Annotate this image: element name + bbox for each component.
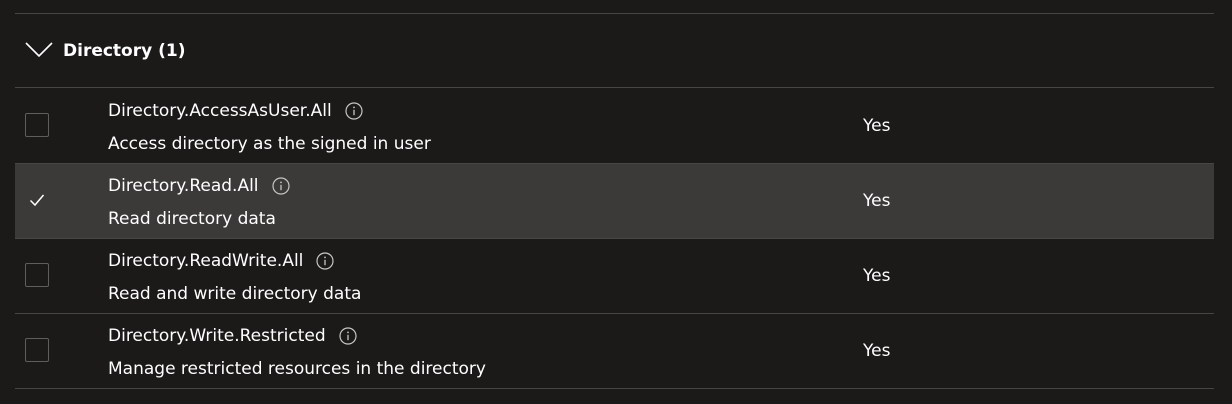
permission-name: Directory.AccessAsUser.All bbox=[108, 101, 332, 121]
permission-row[interactable]: Directory.ReadWrite.All Read and write d… bbox=[15, 239, 1214, 314]
permission-name: Directory.Read.All bbox=[108, 176, 259, 196]
permission-checkbox[interactable] bbox=[25, 113, 49, 137]
permission-row[interactable]: Directory.AccessAsUser.All Access direct… bbox=[15, 89, 1214, 164]
admin-consent-required: Yes bbox=[863, 116, 891, 136]
directory-group-header[interactable]: Directory (1) bbox=[15, 14, 1214, 88]
checkmark-icon bbox=[29, 194, 45, 207]
permission-description: Read and write directory data bbox=[108, 284, 362, 304]
info-icon[interactable] bbox=[339, 327, 357, 345]
permission-list: Directory.AccessAsUser.All Access direct… bbox=[15, 89, 1214, 389]
permission-name-cell: Directory.AccessAsUser.All bbox=[108, 100, 363, 122]
group-title: Directory (1) bbox=[63, 41, 186, 61]
permission-checkbox[interactable] bbox=[25, 338, 49, 362]
admin-consent-required: Yes bbox=[863, 191, 891, 211]
info-icon[interactable] bbox=[316, 252, 335, 270]
chevron-down-icon[interactable] bbox=[25, 42, 53, 58]
permission-name: Directory.ReadWrite.All bbox=[108, 251, 304, 271]
permission-name-cell: Directory.ReadWrite.All bbox=[108, 250, 335, 272]
admin-consent-required: Yes bbox=[863, 266, 891, 286]
permission-name: Directory.Write.Restricted bbox=[108, 326, 326, 346]
permission-name-cell: Directory.Read.All bbox=[108, 175, 290, 197]
permission-description: Read directory data bbox=[108, 209, 276, 229]
info-icon[interactable] bbox=[271, 177, 290, 195]
permission-description: Manage restricted resources in the direc… bbox=[108, 359, 486, 379]
permission-checkbox[interactable] bbox=[25, 188, 49, 212]
permission-checkbox[interactable] bbox=[25, 263, 49, 287]
permission-description: Access directory as the signed in user bbox=[108, 134, 431, 154]
permission-row[interactable]: Directory.Write.Restricted Manage restri… bbox=[15, 314, 1214, 389]
info-icon[interactable] bbox=[345, 102, 363, 120]
permission-row[interactable]: Directory.Read.All Read directory data Y… bbox=[15, 164, 1214, 239]
admin-consent-required: Yes bbox=[863, 341, 891, 361]
permission-name-cell: Directory.Write.Restricted bbox=[108, 325, 357, 347]
